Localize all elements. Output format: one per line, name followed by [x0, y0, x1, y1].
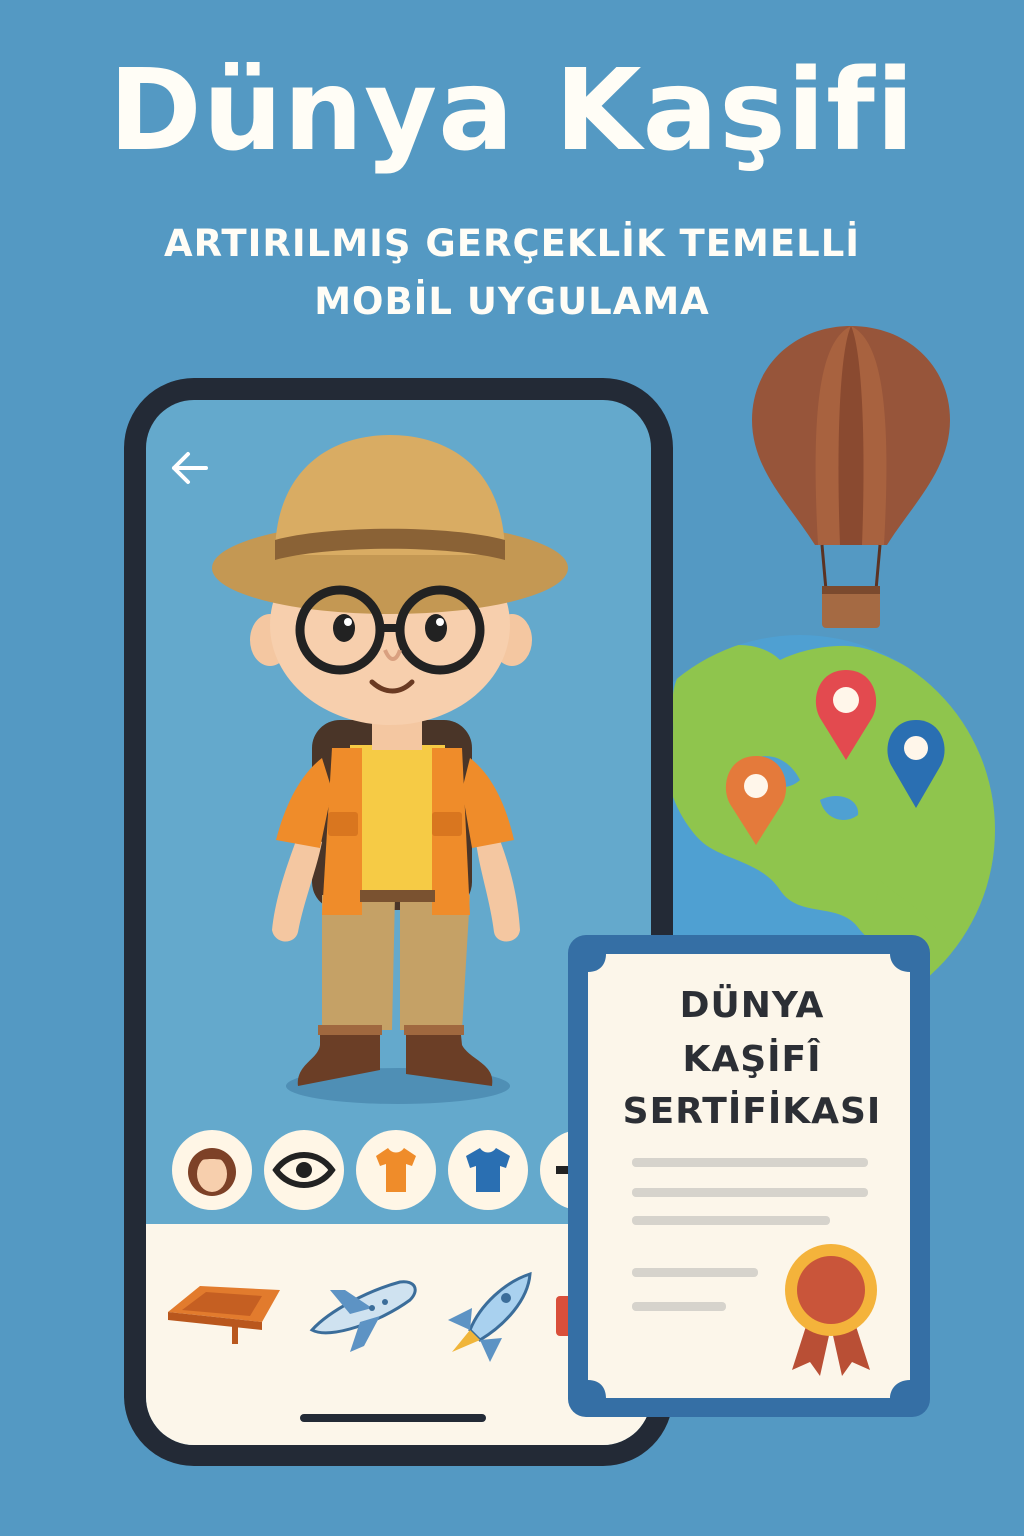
home-indicator	[300, 1414, 486, 1422]
certificate-title-line1: DÜNYA	[679, 985, 825, 1026]
vehicle-rocket-button[interactable]	[440, 1266, 540, 1366]
hot-air-balloon-icon	[752, 326, 950, 628]
option-hair-button[interactable]	[172, 1130, 252, 1210]
certificate-line	[632, 1158, 868, 1167]
back-button[interactable]	[166, 448, 216, 492]
certificate-line	[632, 1302, 726, 1311]
vehicle-carpet-button[interactable]	[164, 1270, 286, 1354]
vehicle-airplane-button[interactable]	[304, 1268, 424, 1360]
option-tshirt-button[interactable]	[356, 1130, 436, 1210]
certificate-line	[632, 1216, 830, 1225]
certificate-line	[632, 1268, 758, 1277]
option-eye-button[interactable]	[264, 1130, 344, 1210]
certificate-title-line3: SERTİFİKASI	[622, 1091, 882, 1132]
option-shirt-button[interactable]	[448, 1130, 528, 1210]
certificate-line	[632, 1188, 868, 1197]
certificate-title-line2: KAŞİFÎ	[682, 1039, 822, 1080]
